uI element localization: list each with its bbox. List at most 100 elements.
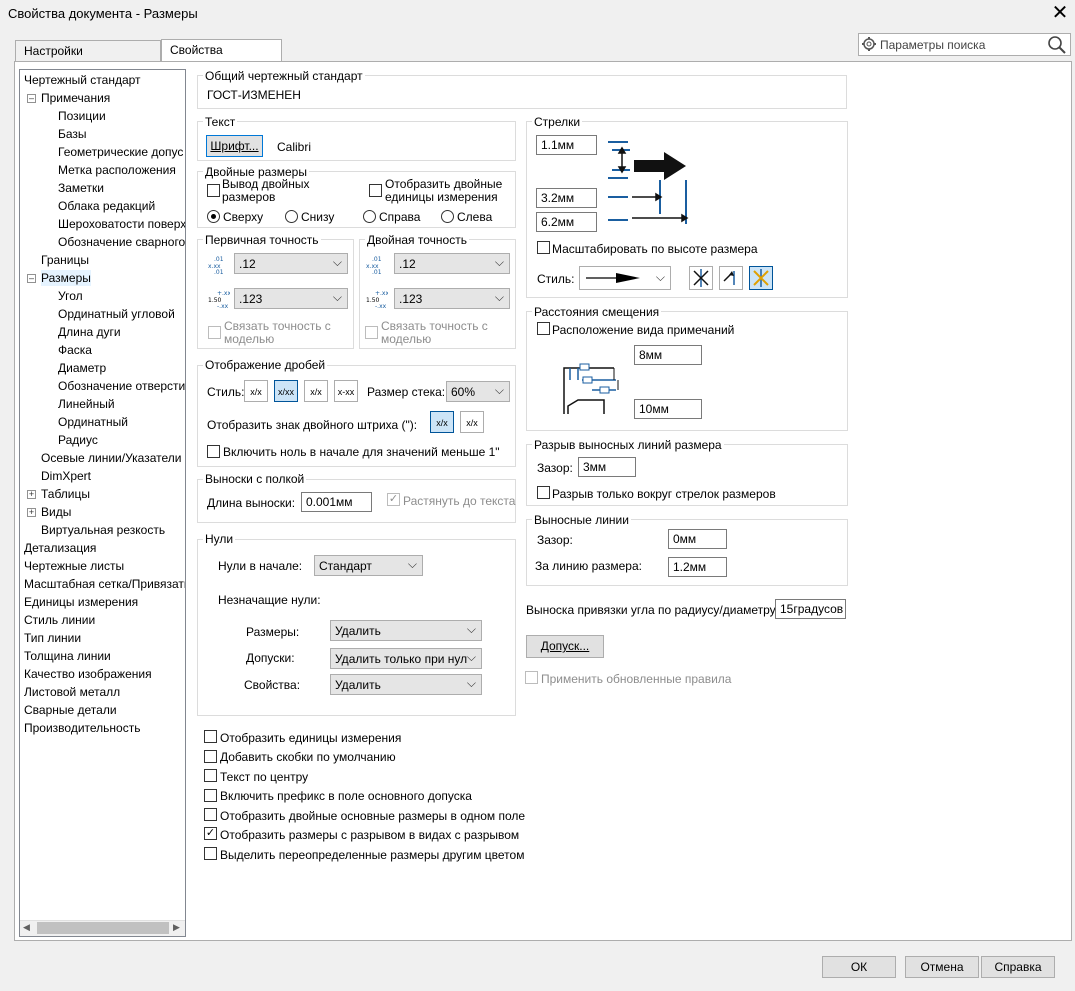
tree-item[interactable]: Заметки: [58, 180, 104, 196]
primary-precision-select[interactable]: .12: [234, 253, 348, 274]
expand-icon[interactable]: +: [27, 490, 36, 499]
radio-bottom[interactable]: [285, 210, 298, 223]
expand-icon[interactable]: +: [27, 508, 36, 517]
tree-item[interactable]: Базы: [58, 126, 87, 142]
tree-item[interactable]: Стиль линии: [24, 612, 95, 628]
leading-zero-checkbox[interactable]: [207, 445, 220, 458]
offset-subsequent-input[interactable]: 10мм: [634, 399, 702, 419]
tree-item[interactable]: Виртуальная резкость: [41, 522, 165, 538]
radial-input[interactable]: 15градусов: [775, 599, 846, 619]
default-brackets-checkbox[interactable]: [204, 750, 217, 763]
tree-item[interactable]: Таблицы: [41, 486, 90, 502]
fraction-style-button[interactable]: x/x: [304, 380, 328, 402]
tolerance-button[interactable]: Допуск...: [526, 635, 604, 658]
double-prime-toggle[interactable]: x/x: [430, 411, 454, 433]
fraction-style-button[interactable]: x/xx: [274, 380, 298, 402]
double-prime-toggle[interactable]: x/x: [460, 411, 484, 433]
tab-user-settings[interactable]: Настройки пользователя: [15, 40, 161, 72]
search-input[interactable]: Параметры поиска: [880, 38, 985, 52]
show-dual-units-checkbox[interactable]: [369, 184, 382, 197]
radio-right[interactable]: [363, 210, 376, 223]
tree-item[interactable]: DimXpert: [41, 468, 91, 484]
apply-rules-checkbox[interactable]: [525, 671, 538, 684]
tree-item[interactable]: Фаска: [58, 342, 92, 358]
center-text-checkbox[interactable]: [204, 769, 217, 782]
stack-size-select[interactable]: 60%: [446, 381, 510, 402]
tree-item[interactable]: Обозначение отверсти: [58, 378, 185, 394]
arrow-height-input[interactable]: 1.1мм: [536, 135, 597, 155]
tree-item[interactable]: Осевые линии/Указатели: [41, 450, 181, 466]
fraction-style-button[interactable]: x/x: [244, 380, 268, 402]
tree-item[interactable]: Примечания: [41, 90, 110, 106]
tree-item[interactable]: Шероховатости поверх: [58, 216, 185, 232]
tree-item[interactable]: Чертежный стандарт: [24, 72, 141, 88]
arrow-length-input[interactable]: 6.2мм: [536, 212, 597, 232]
close-button[interactable]: ✕: [1048, 2, 1072, 24]
radio-top[interactable]: [207, 210, 220, 223]
tol-zeros-select[interactable]: Удалить только при нул: [330, 648, 482, 669]
tab-document-properties[interactable]: Свойства документа: [161, 39, 282, 71]
cancel-button[interactable]: Отмена: [905, 956, 979, 978]
help-button[interactable]: Справка: [981, 956, 1055, 978]
tree-item[interactable]: Метка расположения: [58, 162, 176, 178]
tree-item[interactable]: Облака редакций: [58, 198, 155, 214]
tree-item[interactable]: Геометрические допус: [58, 144, 183, 160]
tree-item[interactable]: Диаметр: [58, 360, 106, 376]
collapse-icon[interactable]: –: [27, 94, 36, 103]
tree-item[interactable]: Границы: [41, 252, 89, 268]
tree-item[interactable]: Радиус: [58, 432, 98, 448]
tree-item[interactable]: Качество изображения: [24, 666, 152, 682]
radio-left[interactable]: [441, 210, 454, 223]
prefix-checkbox[interactable]: [204, 789, 217, 802]
show-dual-checkbox[interactable]: [207, 184, 220, 197]
offset-first-input[interactable]: 8мм: [634, 345, 702, 365]
ext-gap-input[interactable]: 0мм: [668, 529, 727, 549]
scroll-left-icon[interactable]: ◀: [23, 922, 30, 933]
tree-item[interactable]: Сварные детали: [24, 702, 117, 718]
dual-one-field-checkbox[interactable]: [204, 808, 217, 821]
tree-item[interactable]: Позиции: [58, 108, 106, 124]
arrows-smart-button[interactable]: [749, 266, 773, 290]
scrollbar-thumb[interactable]: [37, 922, 169, 934]
tree-item[interactable]: Обозначение сварного: [58, 234, 185, 250]
tree-item[interactable]: Толщина линии: [24, 648, 111, 664]
tree-item[interactable]: Ординатный угловой: [58, 306, 175, 322]
tree-item[interactable]: Линейный: [58, 396, 115, 412]
tree-item[interactable]: Длина дуги: [58, 324, 121, 340]
break-gap-input[interactable]: 3мм: [578, 457, 636, 477]
scale-by-height-checkbox[interactable]: [537, 241, 550, 254]
broken-views-checkbox[interactable]: ✓: [204, 827, 217, 840]
annotation-view-checkbox[interactable]: [537, 322, 550, 335]
tree-item-selected[interactable]: Размеры: [41, 270, 91, 286]
link-dual-precision-checkbox[interactable]: [365, 326, 378, 339]
stretch-checkbox[interactable]: ✓: [387, 493, 400, 506]
dims-zeros-select[interactable]: Удалить: [330, 620, 482, 641]
arrows-outside-button[interactable]: [719, 266, 743, 290]
tree-item[interactable]: Чертежные листы: [24, 558, 124, 574]
search-box[interactable]: Параметры поиска: [858, 33, 1071, 56]
tree-item[interactable]: Производительность: [24, 720, 140, 736]
tree-item[interactable]: Единицы измерения: [24, 594, 138, 610]
link-precision-checkbox[interactable]: [208, 326, 221, 339]
tree-item[interactable]: Виды: [41, 504, 71, 520]
dual-tolerance-precision-select[interactable]: .123: [394, 288, 510, 309]
dual-precision-select[interactable]: .12: [394, 253, 510, 274]
tree-item[interactable]: Детализация: [24, 540, 96, 556]
collapse-icon[interactable]: –: [27, 274, 36, 283]
tree-item[interactable]: Листовой металл: [24, 684, 120, 700]
fraction-style-button[interactable]: x-xx: [334, 380, 358, 402]
scroll-right-icon[interactable]: ▶: [173, 922, 180, 933]
props-zeros-select[interactable]: Удалить: [330, 674, 482, 695]
primary-tolerance-precision-select[interactable]: .123: [234, 288, 348, 309]
ext-beyond-input[interactable]: 1.2мм: [668, 557, 727, 577]
tree-item[interactable]: Тип линии: [24, 630, 81, 646]
gear-icon[interactable]: [861, 36, 877, 55]
arrow-style-select[interactable]: ⌵: [579, 266, 671, 290]
tree-item[interactable]: Масштабная сетка/Привязать: [24, 576, 185, 592]
arrows-inside-button[interactable]: [689, 266, 713, 290]
arrow-width-input[interactable]: 3.2мм: [536, 188, 597, 208]
leading-zeros-select[interactable]: Стандарт: [314, 555, 423, 576]
show-units-checkbox[interactable]: [204, 730, 217, 743]
search-icon[interactable]: [1047, 35, 1067, 58]
leader-length-input[interactable]: 0.001мм: [301, 492, 372, 512]
